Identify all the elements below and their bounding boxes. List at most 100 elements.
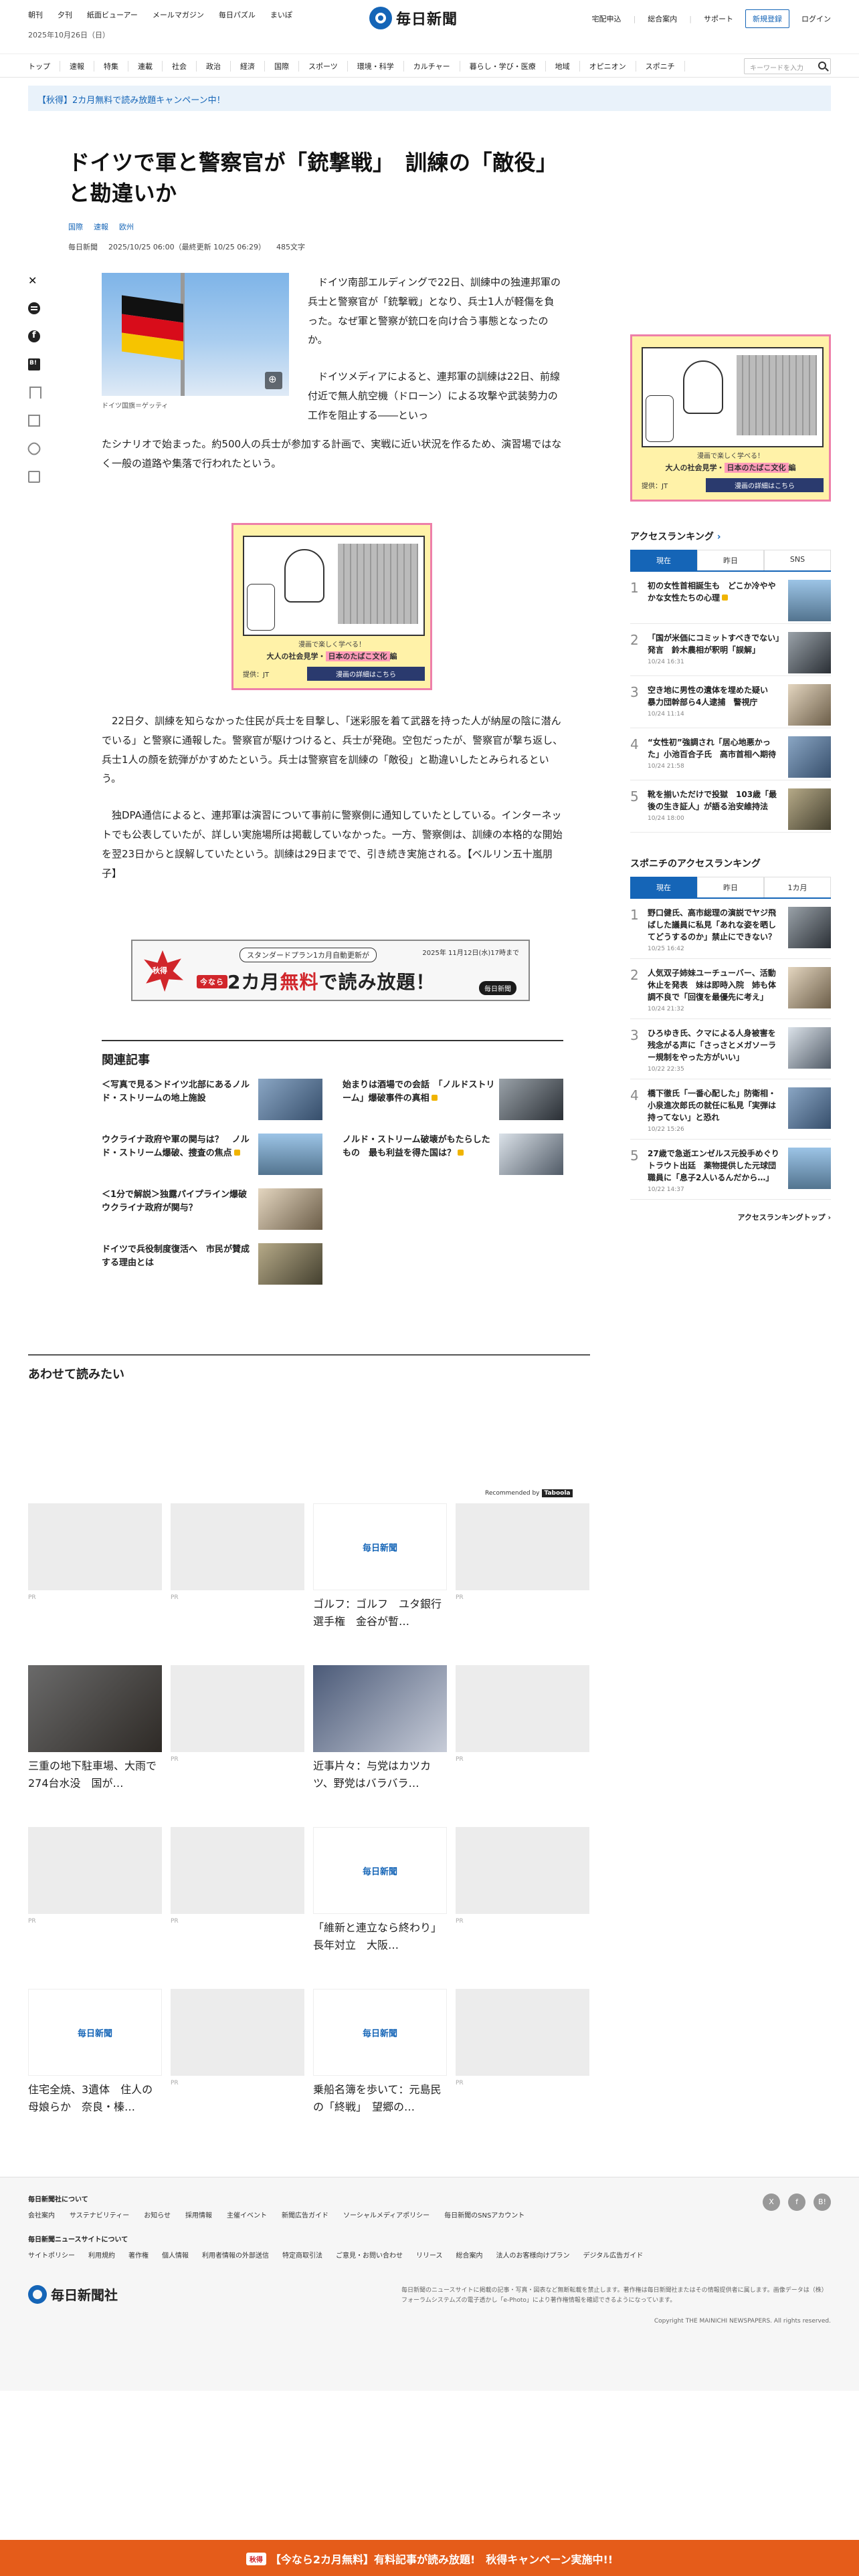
link-icon[interactable]	[25, 440, 43, 457]
category-local[interactable]: 地域	[546, 61, 580, 72]
footer-link[interactable]: リリース	[416, 2250, 443, 2260]
related-item[interactable]: ＜写真で見る＞ドイツ北部にあるノルド・ストリームの地上施設	[102, 1079, 322, 1123]
ad-cta-button[interactable]: 漫画の詳細はこちら	[307, 666, 425, 681]
recommend-card[interactable]: PR	[456, 1503, 589, 1601]
category-sponichi[interactable]: スポニチ	[636, 61, 685, 72]
recommend-card[interactable]: 毎日新聞 ゴルフ：ゴルフ ユタ銀行選手権 金谷が暫…	[313, 1503, 447, 1630]
recommend-card[interactable]: PR	[171, 1503, 304, 1601]
tab-month[interactable]: 1カ月	[764, 877, 831, 897]
category-sports[interactable]: スポーツ	[299, 61, 348, 72]
footer-link[interactable]: サステナビリティー	[70, 2210, 129, 2220]
footer-link[interactable]: 利用規約	[88, 2250, 115, 2260]
footer-link[interactable]: ソーシャルメディアポリシー	[343, 2210, 430, 2220]
tab-yesterday[interactable]: 昨日	[697, 550, 764, 570]
support-link[interactable]: サポート	[704, 13, 733, 24]
mail-icon[interactable]	[28, 415, 40, 427]
hatena-bookmark-icon[interactable]	[28, 358, 40, 370]
facebook-share-icon[interactable]	[28, 330, 40, 342]
delivery-link[interactable]: 宅配申込	[592, 13, 622, 24]
hatena-icon[interactable]: B!	[814, 2193, 831, 2211]
category-international[interactable]: 国際	[265, 61, 299, 72]
related-item[interactable]: ドイツで兵役制度復活へ 市民が賛成する理由とは	[102, 1243, 322, 1287]
ranking-item[interactable]: 1 野口健氏、高市総理の演説でヤジ飛ばした議員に私見「あれな姿を晒してどうするのか…	[630, 899, 831, 959]
category-politics[interactable]: 政治	[197, 61, 231, 72]
category-series[interactable]: 連載	[128, 61, 163, 72]
footer-link[interactable]: 個人情報	[162, 2250, 189, 2260]
util-link-newsletter[interactable]: メールマガジン	[153, 9, 204, 20]
ranking-item[interactable]: 5 27歳で急逝エンゼルス元投手めぐりトラウト出廷 薬物提供した元球団職員に「息子…	[630, 1140, 831, 1200]
campaign-fixed-bar[interactable]: 秋得 【今なら2カ月無料】有料記事が読み放題! 秋得キャンペーン実施中!!	[0, 2540, 859, 2576]
sidebar-ad[interactable]: 漫画で楽しく学べる！ 大人の社会見学・ 日本のたばこ文化編 提供：JT 漫画の詳細…	[630, 334, 831, 502]
category-culture[interactable]: カルチャー	[404, 61, 460, 72]
login-button[interactable]: ログイン	[801, 13, 831, 24]
facebook-icon[interactable]: f	[788, 2193, 805, 2211]
footer-link[interactable]: 総合案内	[456, 2250, 483, 2260]
category-opinion[interactable]: オピニオン	[580, 61, 636, 72]
bookmark-icon[interactable]	[29, 387, 41, 399]
footer-link[interactable]: 法人のお客様向けプラン	[496, 2250, 570, 2260]
footer-link[interactable]: ご意見・お問い合わせ	[336, 2250, 403, 2260]
ranking-item[interactable]: 2 「国が米価にコミットすべきでない」発言 鈴木農相が釈明「誤解」 10/24 16…	[630, 624, 831, 676]
recommend-card[interactable]: PR	[171, 1665, 304, 1763]
recommend-card[interactable]: PR	[456, 1827, 589, 1925]
print-icon[interactable]	[28, 471, 40, 483]
related-item[interactable]: ウクライナ政府や軍の関与は？ ノルド・ストリーム爆破、捜査の焦点	[102, 1134, 322, 1178]
footer-link[interactable]: 会社案内	[28, 2210, 55, 2220]
util-link-viewer[interactable]: 紙面ビューアー	[87, 9, 138, 20]
util-link-morning[interactable]: 朝刊	[28, 9, 43, 20]
tab-now[interactable]: 現在	[630, 550, 697, 570]
recommend-card[interactable]: PR	[171, 1989, 304, 2086]
zoom-icon[interactable]	[265, 372, 282, 389]
recommend-card[interactable]: 毎日新聞 「維新と連立なら終わり」 長年対立 大阪…	[313, 1827, 447, 1953]
ranking-item[interactable]: 4 “女性初”強調され「居心地悪かった」小池百合子氏 高市首相へ期待 10/24 2…	[630, 728, 831, 780]
manga-ad[interactable]: 漫画で楽しく学べる！ 大人の社会見学・ 日本のたばこ文化編 提供：JT 漫画の詳細…	[630, 334, 831, 502]
footer-link[interactable]: 主催イベント	[227, 2210, 267, 2220]
util-link-puzzle[interactable]: 毎日パズル	[219, 9, 256, 20]
ranking-item[interactable]: 4 橋下徹氏「一番心配した」防衛相・小泉進次郎氏の就任に私見「実弾は持ってない」と…	[630, 1079, 831, 1140]
recommend-card[interactable]: PR	[28, 1503, 162, 1601]
tab-now[interactable]: 現在	[630, 877, 697, 897]
recommended-by[interactable]: Recommended by Taboola	[485, 1489, 573, 1497]
footer-link[interactable]: サイトポリシー	[28, 2250, 75, 2260]
footer-link[interactable]: デジタル広告ガイド	[583, 2250, 644, 2260]
manga-ad[interactable]: 漫画で楽しく学べる！ 大人の社会見学・ 日本のたばこ文化編 提供：JT 漫画の詳細…	[231, 523, 432, 690]
search-icon[interactable]	[818, 62, 826, 70]
util-link-evening[interactable]: 夕刊	[58, 9, 72, 20]
x-share-icon[interactable]	[28, 274, 40, 286]
ranking-item[interactable]: 5 靴を揃いただけで投獄 103歳「最後の生き証人」が語る治安維持法 10/24 1…	[630, 780, 831, 833]
recommend-card[interactable]: PR	[456, 1989, 589, 2086]
category-feature[interactable]: 特集	[94, 61, 128, 72]
footer-link[interactable]: 特定商取引法	[282, 2250, 322, 2260]
footer-link[interactable]: 新聞広告ガイド	[282, 2210, 328, 2220]
ranking-item[interactable]: 3 空き地に男性の遺体を埋めた疑い 暴力団幹部ら4人逮捕 警視庁 10/24 11:…	[630, 676, 831, 728]
recommend-card[interactable]: PR	[28, 1827, 162, 1925]
recommend-card[interactable]: PR	[171, 1827, 304, 1925]
tag-international[interactable]: 国際	[68, 221, 83, 232]
tab-yesterday[interactable]: 昨日	[697, 877, 764, 897]
guide-link[interactable]: 総合案内	[648, 13, 677, 24]
footer-link[interactable]: 毎日新聞のSNSアカウント	[444, 2210, 524, 2220]
ranking-item[interactable]: 2 人気双子姉妹ユーチューバー、活動休止を発表 妹は即時入院 姉も体調不良で「回復…	[630, 959, 831, 1019]
tag-europe[interactable]: 欧州	[119, 221, 134, 232]
footer-link[interactable]: お知らせ	[144, 2210, 171, 2220]
category-breaking[interactable]: 速報	[60, 61, 94, 72]
ranking-item[interactable]: 1 初の女性首相誕生も どこか冷ややかな女性たちの心理	[630, 572, 831, 624]
category-society[interactable]: 社会	[163, 61, 197, 72]
related-item[interactable]: ノルド・ストリーム破壊がもたらしたもの 最も利益を得た国は？	[343, 1134, 563, 1178]
x-icon[interactable]: X	[763, 2193, 780, 2211]
subscription-banner[interactable]: 秋得 スタンダードプラン1カ月自動更新が 今なら 2カ月無料で読み放題！ 2025…	[131, 940, 530, 1001]
tab-sns[interactable]: SNS	[764, 550, 831, 570]
ranking-top-link[interactable]: アクセスランキングトップ ›	[630, 1212, 831, 1222]
util-link-maipo[interactable]: まいぽ	[270, 9, 292, 20]
ranking-item[interactable]: 3 ひろゆき氏、クマによる人身被害を残念がる声に「さっさとメガソーラー規制をやった…	[630, 1019, 831, 1079]
recommend-card[interactable]: PR	[456, 1665, 589, 1763]
ranking-heading[interactable]: アクセスランキング ›	[630, 530, 831, 543]
related-item[interactable]: 始まりは酒場での会話 「ノルドストリーム」爆破事件の真相	[343, 1079, 563, 1123]
footer-link[interactable]: 採用情報	[185, 2210, 212, 2220]
category-science[interactable]: 環境・科学	[348, 61, 404, 72]
footer-link[interactable]: 著作権	[128, 2250, 149, 2260]
comment-icon[interactable]	[28, 302, 40, 314]
recommend-card[interactable]: 近事片々：与党はカツカツ、野党はバラバラ…	[313, 1665, 447, 1792]
recommend-card[interactable]: 毎日新聞 住宅全焼、3遺体 住人の母娘らか 奈良・榛…	[28, 1989, 162, 2115]
in-article-ad[interactable]: 漫画で楽しく学べる！ 大人の社会見学・ 日本のたばこ文化編 提供：JT 漫画の詳細…	[231, 523, 432, 690]
